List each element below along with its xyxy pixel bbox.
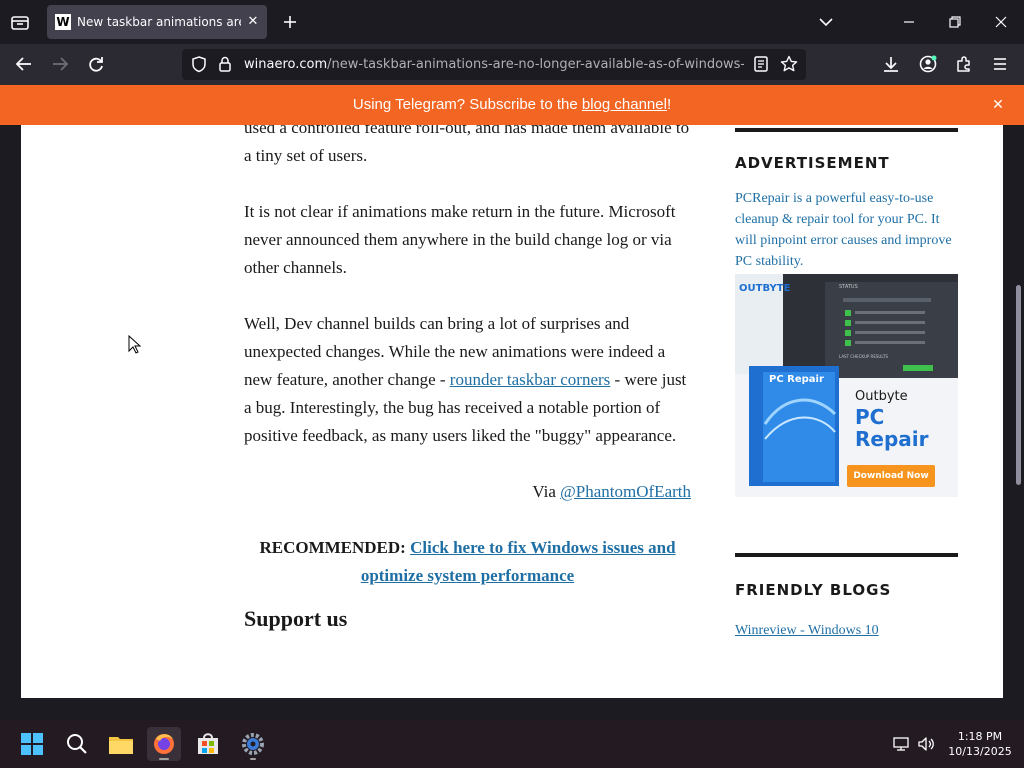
url-path: /new-taskbar-animations-are-no-longer-av… [327, 57, 744, 72]
navigation-toolbar: winaero.com/new-taskbar-animations-are-n… [0, 44, 1024, 85]
clock-date: 10/13/2025 [948, 745, 1012, 758]
tab-list-icon[interactable] [8, 11, 32, 33]
sidebar: ADVERTISEMENT PCRepair is a powerful eas… [735, 125, 958, 639]
extensions-puzzle-icon[interactable] [954, 54, 974, 74]
article-paragraph: Well, Dev channel builds can bring a lot… [244, 310, 691, 450]
microsoft-store-icon[interactable] [191, 727, 225, 761]
page-content: used a controlled feature roll-out, and … [21, 125, 1003, 698]
close-tab-icon[interactable]: ✕ [245, 14, 261, 30]
ad-brand-outbyte: OUTBYTE [739, 283, 791, 294]
advertisement-heading: ADVERTISEMENT [735, 154, 890, 172]
ad-box-label: PC Repair [769, 374, 824, 385]
ad-headline-line2: Repair [855, 427, 929, 451]
ad-last-checkup-label: LAST CHECKUP RESULTS [839, 354, 888, 359]
ad-status-label: STATUS [839, 284, 858, 290]
notice-text: Using Telegram? Subscribe to the blog ch… [0, 96, 1024, 114]
search-icon[interactable] [60, 727, 94, 761]
windows-taskbar: 1:18 PM 10/13/2025 [0, 720, 1024, 768]
via-label: Via [532, 482, 561, 501]
url-bar[interactable]: winaero.com/new-taskbar-animations-are-n… [182, 49, 806, 80]
notice-message: Using Telegram? Subscribe to the [352, 96, 582, 113]
bookmark-star-icon[interactable] [779, 54, 799, 74]
article-paragraph: used a controlled feature roll-out, and … [244, 125, 690, 165]
firefox-icon[interactable] [147, 727, 181, 761]
tab-bar: W New taskbar animations are no longer a… [0, 0, 1024, 44]
notice-suffix: ! [666, 96, 672, 113]
ad-headline-brand: Outbyte [855, 389, 908, 404]
vertical-scrollbar-thumb[interactable] [1016, 285, 1021, 485]
winaero-favicon-icon: W [55, 14, 71, 30]
account-icon[interactable] [918, 54, 938, 74]
ad-description-link[interactable]: PCRepair is a powerful easy-to-use clean… [735, 188, 958, 272]
reload-icon[interactable] [86, 54, 106, 74]
forward-arrow-icon[interactable] [50, 54, 70, 74]
phantomofearth-link[interactable]: @PhantomOfEarth [560, 482, 691, 501]
tab-active[interactable]: W New taskbar animations are no longer a… [47, 5, 267, 39]
shield-icon[interactable] [189, 54, 209, 74]
page-viewport[interactable]: used a controlled feature roll-out, and … [0, 125, 1024, 714]
recommended-block: RECOMMENDED: Click here to fix Windows i… [244, 534, 691, 590]
recommended-label: RECOMMENDED: [259, 538, 411, 557]
url-text[interactable]: winaero.com/new-taskbar-animations-are-n… [244, 57, 744, 73]
winreview-blog-link[interactable]: Winreview - Windows 10 [735, 623, 879, 638]
support-us-heading: Support us [244, 606, 348, 631]
clock-time: 1:18 PM [957, 730, 1003, 743]
blog-link-container: Winreview - Windows 10 [735, 619, 958, 639]
close-notice-icon[interactable]: ✕ [990, 97, 1006, 113]
menu-hamburger-icon[interactable] [990, 54, 1010, 74]
reader-view-icon[interactable] [751, 54, 771, 74]
blog-channel-link[interactable]: blog channel [582, 96, 667, 113]
ad-download-now-button[interactable]: Download Now [847, 465, 935, 487]
url-host: winaero.com [244, 57, 328, 72]
list-all-tabs-chevron-icon[interactable] [814, 10, 838, 34]
system-clock[interactable]: 1:18 PM 10/13/2025 [940, 729, 1020, 759]
telegram-notice-bar: Using Telegram? Subscribe to the blog ch… [0, 85, 1024, 125]
volume-icon[interactable] [916, 734, 936, 754]
network-icon[interactable] [891, 734, 911, 754]
restore-icon[interactable] [943, 10, 967, 34]
tab-title: New taskbar animations are no longer ava… [77, 15, 241, 29]
pc-repair-ad-banner[interactable]: OUTBYTE STATUS LAST CHECKUP RESULTS PC R… [735, 274, 958, 497]
widget-divider [735, 128, 958, 132]
lock-icon[interactable] [215, 54, 235, 74]
ad-headline-line1: PC [855, 405, 885, 429]
article-paragraph: It is not clear if animations make retur… [244, 202, 676, 277]
mouse-cursor-icon [128, 335, 142, 354]
via-credit: Via @PhantomOfEarth [244, 478, 691, 506]
downloads-icon[interactable] [881, 54, 901, 74]
minimize-icon[interactable] [897, 10, 921, 34]
new-tab-icon[interactable] [280, 12, 300, 32]
friendly-blogs-heading: FRIENDLY BLOGS [735, 581, 892, 599]
rounder-taskbar-corners-link[interactable]: rounder taskbar corners [450, 370, 611, 389]
file-explorer-icon[interactable] [104, 727, 138, 761]
widget-divider [735, 553, 958, 557]
settings-gear-icon[interactable] [236, 727, 270, 761]
article-body: used a controlled feature roll-out, and … [244, 125, 691, 634]
close-window-icon[interactable] [989, 10, 1013, 34]
back-arrow-icon[interactable] [14, 54, 34, 74]
windows-start-icon[interactable] [15, 727, 49, 761]
